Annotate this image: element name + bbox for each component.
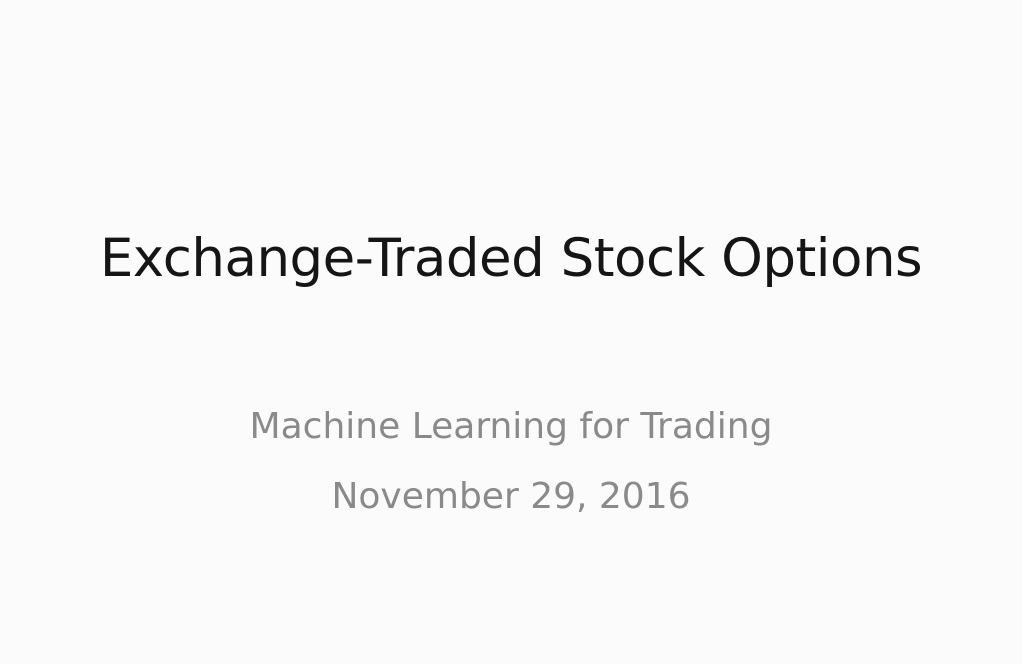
title-slide: Exchange-Traded Stock Options Machine Le… (0, 0, 1022, 664)
subtitle-course-name: Machine Learning for Trading (249, 406, 773, 447)
slide-title: Exchange-Traded Stock Options (99, 228, 923, 289)
slide-subtitle: Machine Learning for Trading November 29… (0, 392, 1022, 532)
subtitle-date: November 29, 2016 (331, 476, 691, 517)
